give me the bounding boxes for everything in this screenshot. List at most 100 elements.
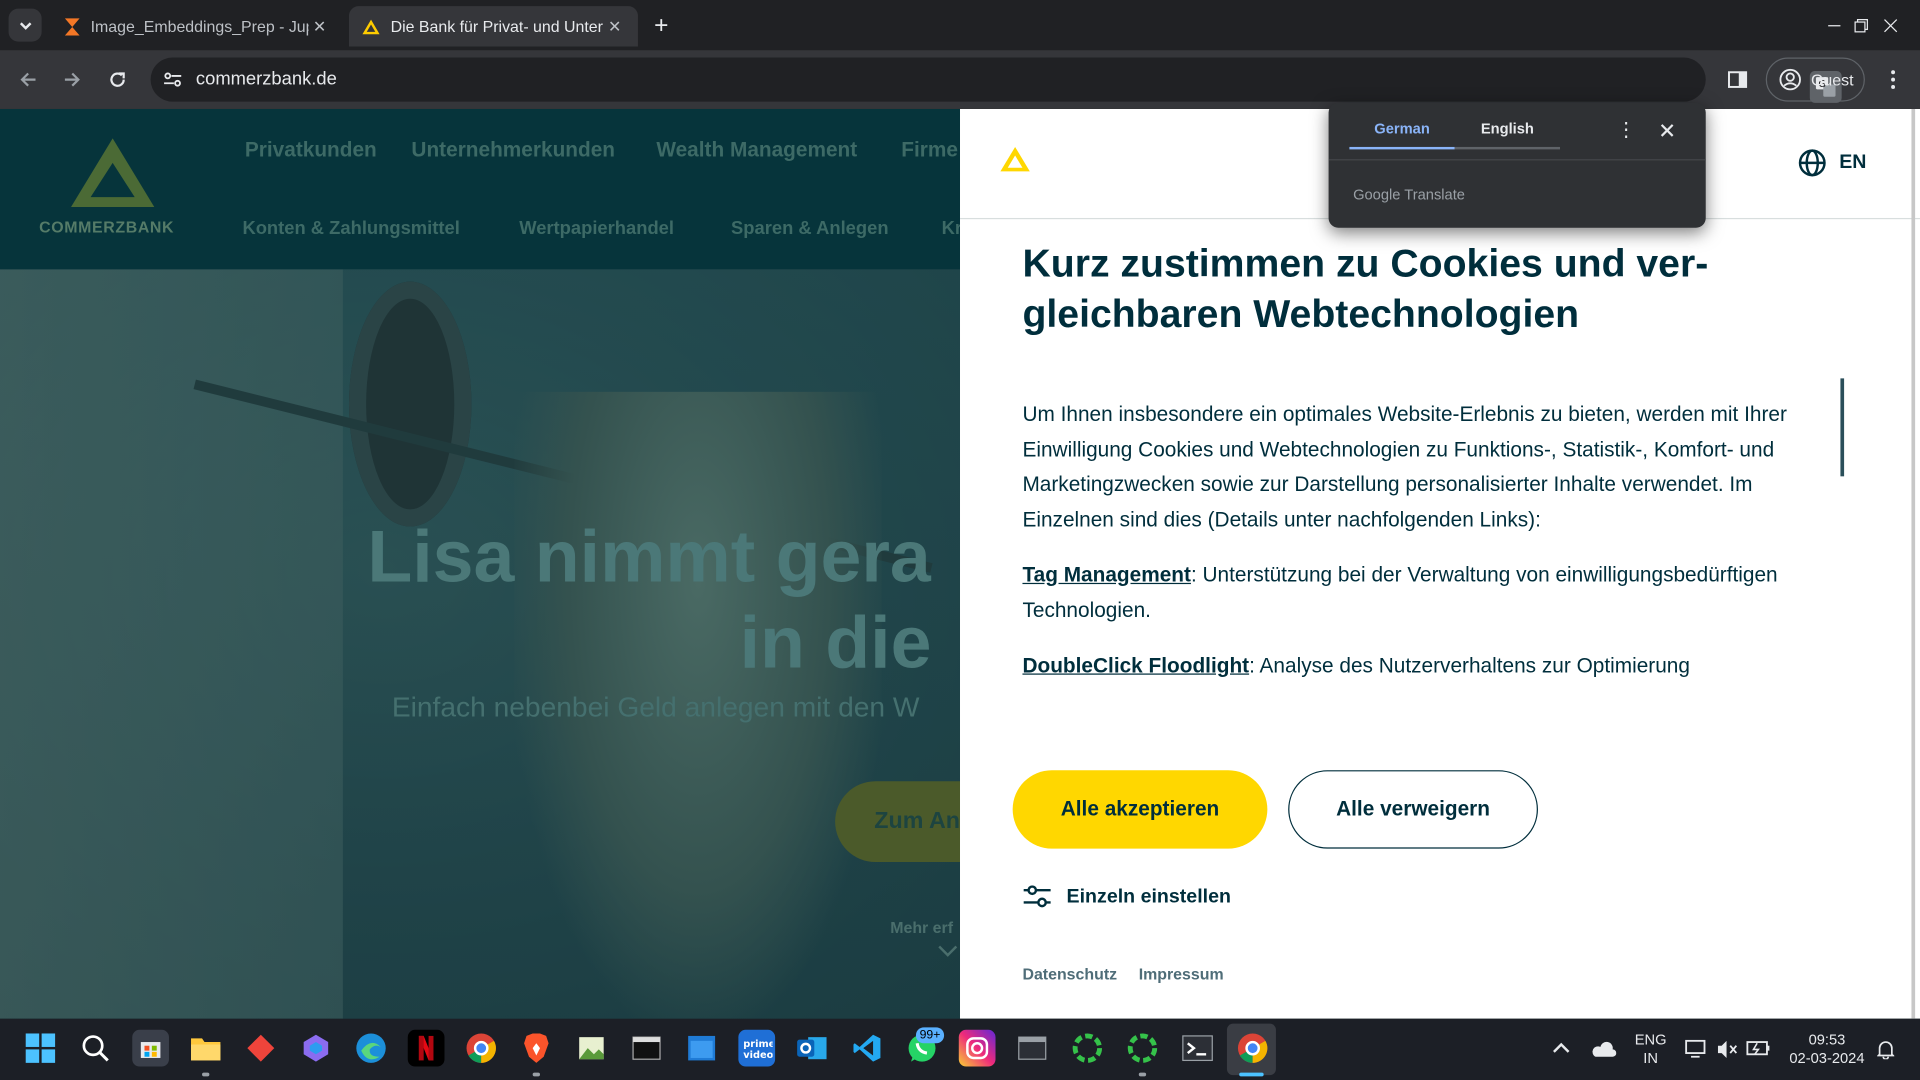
sync-app-icon[interactable] [1069, 1030, 1106, 1067]
doubleclick-floodlight-link[interactable]: DoubleClick Floodlight [1022, 654, 1249, 677]
image-viewer-icon[interactable] [573, 1030, 610, 1067]
accept-all-button[interactable]: Alle akzeptieren [1012, 770, 1268, 849]
tab-strip: Image_Embeddings_Prep - Jupyter ✕ Die Ba… [0, 0, 1920, 51]
app-window-icon[interactable] [1014, 1030, 1051, 1067]
globe-icon [1798, 149, 1826, 177]
close-tab-icon[interactable]: ✕ [309, 15, 331, 37]
google-translate-brand: Google Translate [1353, 186, 1465, 204]
hero-cta-button[interactable]: Zum An [835, 781, 961, 863]
profile-button[interactable]: Guest [1765, 57, 1865, 102]
translate-tab-german[interactable]: German [1349, 120, 1455, 150]
running-indicator [1138, 1072, 1147, 1077]
cookie-scroll-indicator[interactable] [1840, 378, 1845, 477]
volume-muted-icon[interactable] [1717, 1040, 1739, 1060]
language-label: EN [1839, 151, 1867, 173]
language-switch[interactable]: EN [1798, 148, 1867, 177]
nav-privatkunden[interactable]: Privatkunden [245, 138, 377, 162]
back-button[interactable] [11, 62, 45, 96]
screen: Image_Embeddings_Prep - Jupyter ✕ Die Ba… [0, 0, 1920, 1080]
address-bar[interactable]: commerzbank.de G [150, 57, 1842, 103]
settings-label: Einzeln einstellen [1066, 886, 1231, 908]
hourglass-icon [64, 17, 80, 35]
translate-options-icon[interactable]: ⋮ [1614, 118, 1638, 142]
nav-kredite[interactable]: Kr [942, 218, 962, 239]
svg-text:prime: prime [743, 1039, 772, 1050]
input-language[interactable]: ENG IN [1633, 1031, 1667, 1068]
divider [1328, 159, 1706, 161]
terminal-icon[interactable] [628, 1030, 665, 1067]
hero-title-line1: Lisa nimmt gera [367, 515, 931, 598]
nav-konten[interactable]: Konten & Zahlungsmittel [242, 218, 459, 239]
file-explorer-icon[interactable] [187, 1030, 224, 1067]
privacy-link[interactable]: Datenschutz [1022, 965, 1117, 983]
chevron-up-icon[interactable] [1553, 1042, 1570, 1054]
battery-icon[interactable] [1746, 1040, 1770, 1057]
search-icon[interactable] [77, 1030, 114, 1067]
hero-banner: Lisa nimmt gera in die Einfach nebenbei … [0, 269, 961, 1019]
site-header: COMMERZBANK Privatkunden Unternehmerkund… [0, 108, 962, 270]
translate-language-tabs: German English [1349, 120, 1561, 150]
cookie-item: DoubleClick Floodlight: Analyse des Nutz… [1022, 649, 1811, 684]
running-indicator [202, 1072, 210, 1077]
close-window-button[interactable] [1862, 0, 1918, 50]
window-app-icon[interactable] [683, 1030, 720, 1067]
brave-icon[interactable] [518, 1030, 555, 1067]
vscode-icon[interactable] [849, 1030, 886, 1067]
tab-commerzbank[interactable]: Die Bank für Privat- und Unternehmerkund… [348, 6, 638, 47]
netflix-icon[interactable] [407, 1029, 445, 1067]
site-background: COMMERZBANK Privatkunden Unternehmerkund… [0, 108, 962, 1019]
prime-video-icon[interactable]: prime video [738, 1029, 776, 1067]
arrow-right-icon [64, 72, 80, 87]
tab-title: Image_Embeddings_Prep - Jupyter [90, 17, 309, 36]
commerzbank-logo-icon [71, 138, 155, 207]
nav-firmenkunden[interactable]: Firme [901, 138, 958, 162]
clock[interactable]: 09:53 02-03-2024 [1782, 1031, 1873, 1068]
chrome-icon[interactable] [463, 1030, 500, 1067]
side-panel-icon[interactable] [1723, 65, 1752, 94]
nav-sparen-anlegen[interactable]: Sparen & Anlegen [731, 218, 889, 239]
edge-icon[interactable] [353, 1030, 390, 1067]
tag-management-link[interactable]: Tag Management [1022, 563, 1190, 586]
forward-button[interactable] [55, 62, 89, 96]
network-icon[interactable] [1685, 1039, 1709, 1060]
clock-time: 09:53 [1808, 1031, 1846, 1049]
individual-settings-button[interactable]: Einzeln einstellen [1022, 885, 1231, 909]
onedrive-icon[interactable] [1589, 1041, 1617, 1058]
nav-wealth-management[interactable]: Wealth Management [656, 138, 857, 162]
translate-tab-english[interactable]: English [1454, 120, 1561, 150]
hero-wall [0, 269, 343, 1019]
nav-wertpapierhandel[interactable]: Wertpapierhandel [519, 218, 674, 239]
browser-toolbar: commerzbank.de G Guest [0, 50, 1920, 109]
url-text: commerzbank.de [195, 68, 337, 90]
close-tab-icon[interactable]: ✕ [604, 15, 626, 37]
page-scrollbar[interactable] [1911, 108, 1916, 1019]
reload-button[interactable] [100, 62, 134, 96]
cookie-item: Tag Management: Unterstützung bei der Ve… [1022, 558, 1811, 628]
kebab-menu-icon[interactable] [1878, 65, 1907, 94]
chrome-icon[interactable] [1234, 1030, 1271, 1067]
copilot-icon[interactable] [298, 1030, 335, 1067]
instagram-icon[interactable] [958, 1029, 996, 1067]
nav-unternehmerkunden[interactable]: Unternehmerkunden [411, 138, 615, 162]
imprint-link[interactable]: Impressum [1139, 965, 1224, 983]
tab-title: Die Bank für Privat- und Unternehmerkund… [390, 17, 604, 36]
site-settings-icon[interactable] [160, 67, 184, 91]
outlook-icon[interactable] [793, 1030, 830, 1067]
close-icon[interactable] [1654, 118, 1678, 142]
windows-taskbar: prime video 99+ ENG IN 09:53 02-03-2024 [0, 1018, 1920, 1080]
anydesk-icon[interactable] [242, 1030, 279, 1067]
cookie-footer: Datenschutz Impressum [1022, 965, 1240, 983]
tab-jupyter[interactable]: Image_Embeddings_Prep - Jupyter ✕ [51, 6, 342, 46]
decline-all-button[interactable]: Alle verweigern [1288, 770, 1538, 849]
terminal-icon[interactable] [1179, 1030, 1216, 1067]
hero-more-link[interactable]: Mehr erf [890, 918, 953, 936]
reload-icon [110, 72, 125, 87]
sync-app-icon[interactable] [1124, 1030, 1161, 1067]
notification-bell-icon[interactable] [1877, 1040, 1895, 1060]
new-tab-button[interactable]: + [647, 11, 676, 40]
tab-search-button[interactable] [8, 8, 42, 42]
windows-start-icon[interactable] [22, 1030, 59, 1067]
hero-subtitle: Einfach nebenbei Geld anlegen mit den W [391, 690, 920, 723]
cookie-consent-dialog: EN Kurz zustimmen zu Cookies und ver­gle… [960, 108, 1920, 1019]
store-icon[interactable] [132, 1029, 169, 1067]
